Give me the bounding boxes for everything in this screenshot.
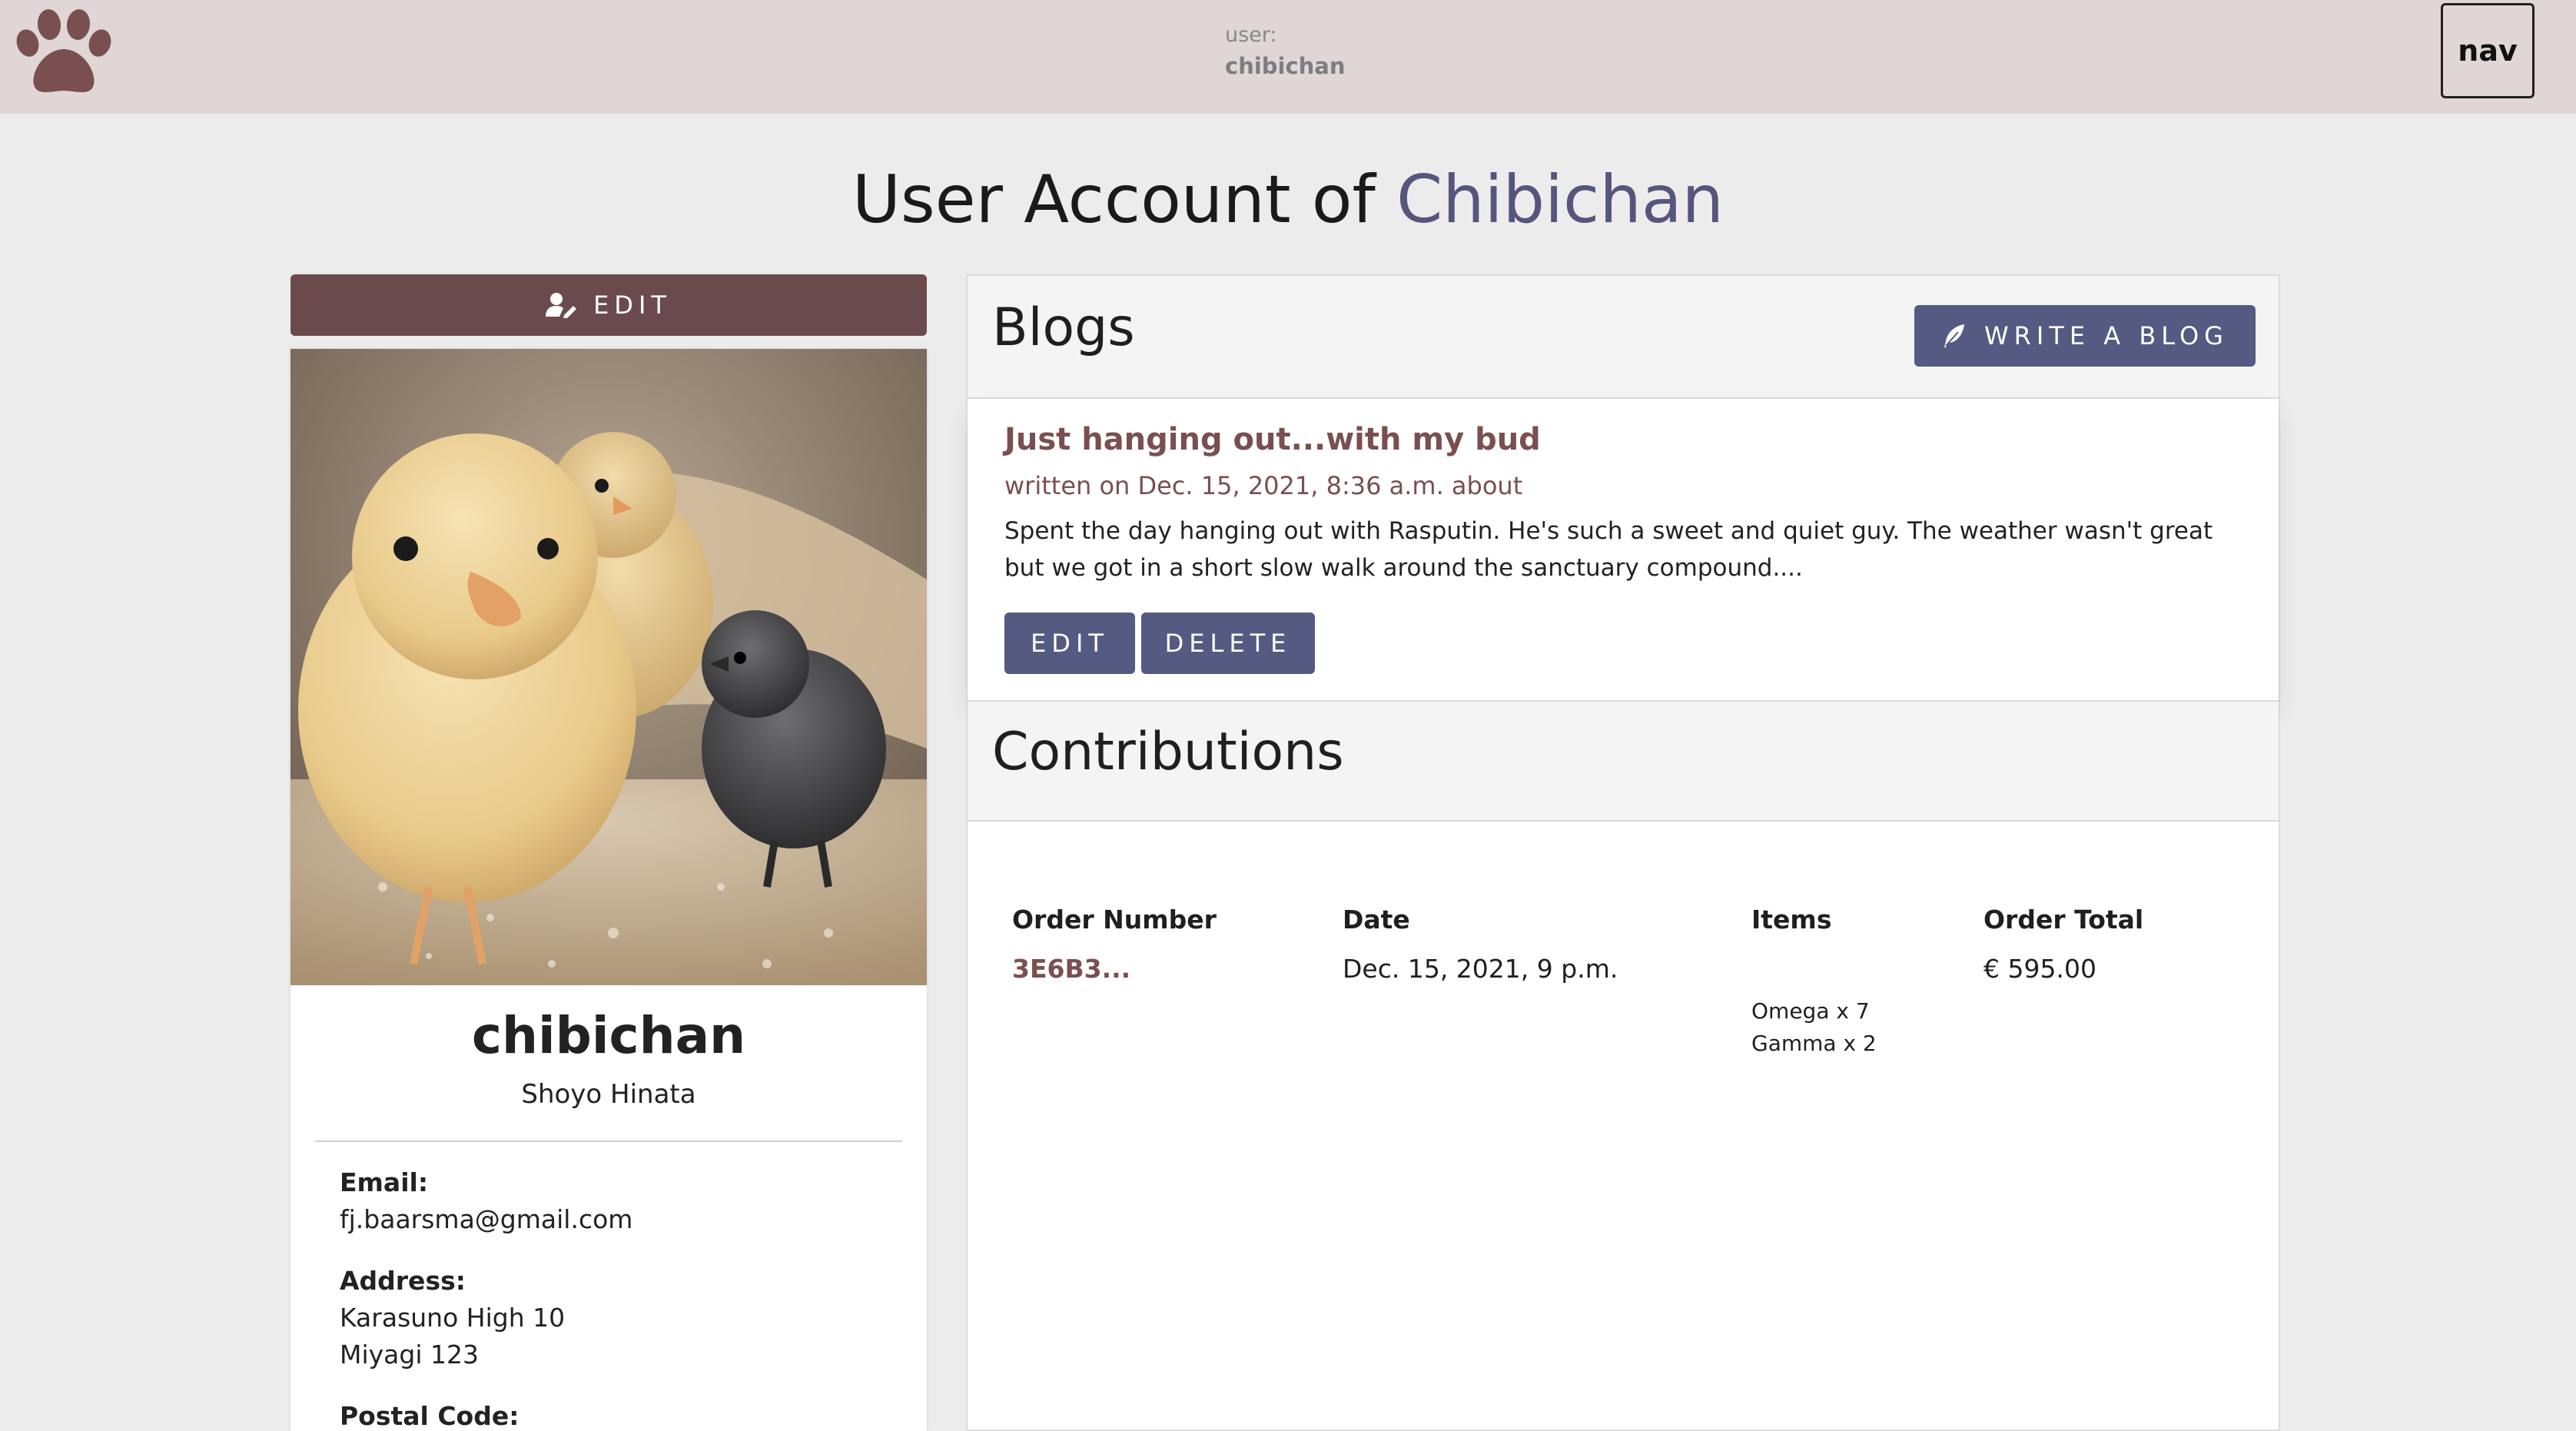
blog-post-excerpt: Spent the day hanging out with Rasputin.… — [1004, 517, 2213, 582]
user-caption: user: — [1225, 23, 1277, 47]
write-blog-label: WRITE A BLOG — [1984, 321, 2229, 350]
edit-blog-button[interactable]: EDIT — [1004, 613, 1135, 674]
edit-profile-button[interactable]: EDIT — [290, 274, 927, 336]
profile-fullname: Shoyo Hinata — [521, 1079, 696, 1110]
column-header-order-total: Order Total — [1983, 905, 2144, 935]
postal-code-label: Postal Code: — [340, 1401, 520, 1431]
user-edit-icon — [546, 293, 577, 318]
address-label: Address: — [340, 1266, 466, 1296]
page-title: User Account of Chibichan — [0, 152, 2576, 247]
current-user-box: user: chibichan — [1225, 20, 1346, 81]
delete-blog-button[interactable]: DELETE — [1141, 613, 1315, 674]
page-title-name: Chibichan — [1396, 161, 1725, 238]
blogs-title: Blogs — [992, 297, 1135, 358]
edit-profile-label: EDIT — [593, 291, 672, 320]
current-username: chibichan — [1225, 53, 1346, 79]
blog-post-title[interactable]: Just hanging out...with my bud — [1004, 422, 1541, 457]
blog-post-meta: written on Dec. 15, 2021, 8:36 a.m. abou… — [1004, 471, 1523, 500]
contributions-title: Contributions — [992, 722, 1344, 782]
profile-username: chibichan — [471, 1006, 746, 1065]
column-header-items: Items — [1751, 905, 1832, 935]
top-navbar: user: chibichan nav — [0, 0, 2576, 114]
order-date: Dec. 15, 2021, 9 p.m. — [1343, 954, 1618, 984]
blog-post: Just hanging out...with my bud written o… — [968, 399, 2279, 700]
nav-menu-button[interactable]: nav — [2441, 3, 2535, 98]
order-total: € 595.00 — [1983, 954, 2096, 984]
profile-card: chibichan Shoyo Hinata Email: fj.baarsma… — [290, 349, 927, 1431]
feather-icon — [1944, 324, 1965, 347]
order-item: Gamma x 2 — [1751, 1031, 1877, 1056]
column-header-date: Date — [1343, 905, 1410, 935]
email-value: fj.baarsma@gmail.com — [340, 1204, 633, 1234]
write-blog-button[interactable]: WRITE A BLOG — [1914, 305, 2256, 367]
order-number-link[interactable]: 3E6B3... — [1012, 954, 1130, 984]
email-label: Email: — [340, 1167, 429, 1197]
account-content-card: Blogs WRITE A BLOG Just hanging out...wi… — [966, 274, 2280, 1431]
paw-icon[interactable] — [14, 8, 114, 97]
order-item: Omega x 7 — [1751, 998, 1870, 1024]
address-line-1: Karasuno High 10 — [340, 1303, 566, 1333]
blogs-header: Blogs WRITE A BLOG — [968, 276, 2279, 399]
column-header-order-number: Order Number — [1012, 905, 1217, 935]
profile-photo — [290, 349, 927, 985]
profile-divider — [315, 1140, 902, 1142]
page-title-prefix: User Account of — [851, 161, 1397, 238]
address-line-2: Miyagi 123 — [340, 1340, 479, 1370]
contributions-header: Contributions — [968, 700, 2279, 822]
